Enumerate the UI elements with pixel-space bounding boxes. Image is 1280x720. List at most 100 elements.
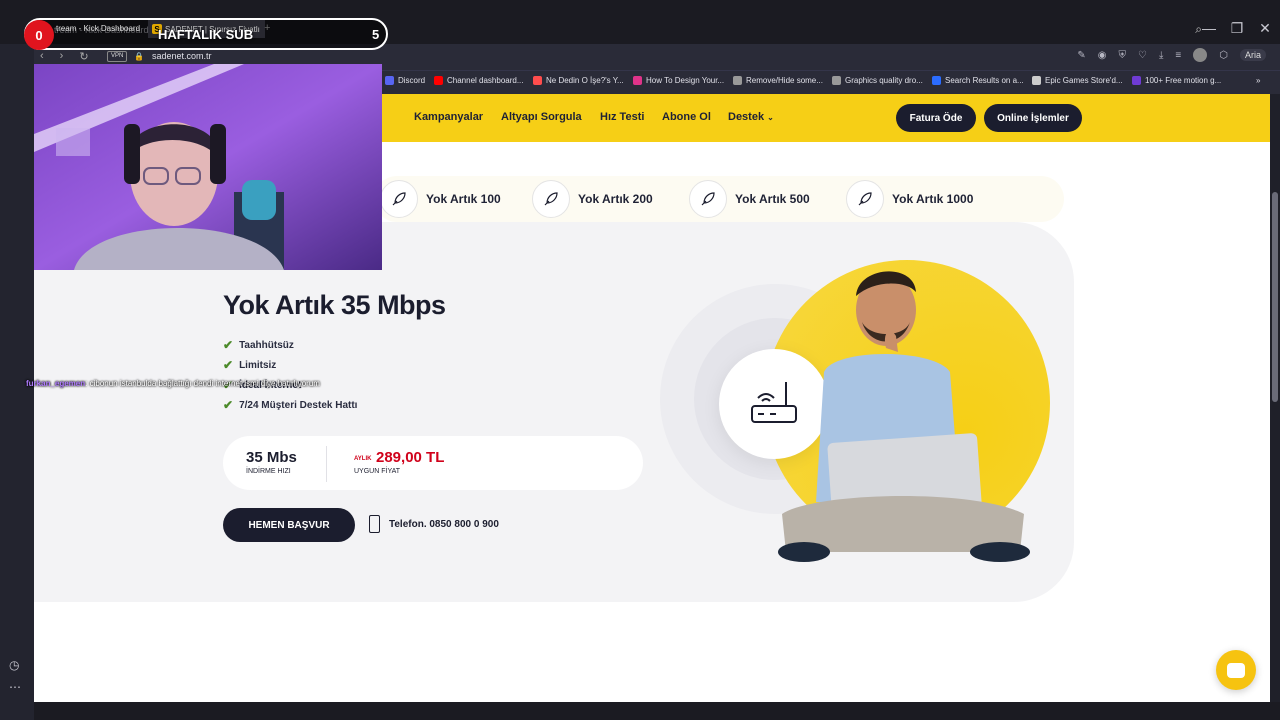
plan-label: Yok Artık 1000 bbox=[892, 192, 974, 206]
page-title: Yok Artık 35 Mbps bbox=[223, 290, 446, 320]
vpn-badge[interactable]: VPN bbox=[107, 51, 128, 62]
feature-item: ✔ Limitsiz bbox=[223, 358, 276, 372]
nav-buttons: ‹ › ↻ bbox=[40, 50, 89, 63]
bookmark-label: How To Design Your... bbox=[646, 76, 725, 85]
bottom-strip bbox=[34, 702, 1280, 720]
check-icon: ✔ bbox=[223, 398, 234, 412]
bookmark-item[interactable]: Discord bbox=[385, 76, 425, 85]
back-icon[interactable]: ‹ bbox=[40, 50, 44, 63]
nav-kampanyalar[interactable]: Kampanyalar bbox=[414, 111, 483, 123]
bookmark-icon bbox=[932, 76, 941, 85]
discord-icon bbox=[385, 76, 394, 85]
bookmark-item[interactable]: 100+ Free motion g... bbox=[1132, 76, 1221, 85]
bookmark-icon bbox=[1032, 76, 1041, 85]
page-scrollbar[interactable] bbox=[1270, 94, 1280, 702]
phone-number[interactable]: Telefon. 0850 800 0 900 bbox=[389, 519, 499, 530]
bookmark-label: Ne Dedin O İşe?'s Y... bbox=[546, 76, 624, 85]
forward-icon[interactable]: › bbox=[60, 50, 64, 63]
check-icon: ✔ bbox=[223, 358, 234, 372]
bookmark-icon bbox=[533, 76, 542, 85]
scroll-thumb[interactable] bbox=[1272, 192, 1278, 402]
shield-icon[interactable]: ⛨ bbox=[1119, 50, 1127, 61]
nav-destek-label: Destek bbox=[728, 111, 765, 123]
chat-message: furkan_egemen: cibonun istanbulda bağlat… bbox=[26, 376, 386, 391]
close-icon[interactable]: ✕ bbox=[1258, 20, 1272, 37]
phone-icon bbox=[369, 515, 380, 533]
feature-label: Taahhütsüz bbox=[239, 339, 294, 351]
speed-value: 35 Mbs bbox=[246, 449, 297, 466]
live-chat-button[interactable] bbox=[1216, 650, 1256, 690]
bookmark-item[interactable]: Channel dashboard... bbox=[434, 76, 524, 85]
menu-icon[interactable]: ≡ bbox=[1175, 50, 1181, 61]
plan-500[interactable]: Yok Artık 500 bbox=[689, 180, 810, 218]
online-islemler-button[interactable]: Online İşlemler bbox=[984, 104, 1082, 132]
aria-button[interactable]: Aria bbox=[1239, 49, 1266, 61]
chevron-down-icon: ⌄ bbox=[767, 113, 774, 122]
price-label: UYGUN FİYAT bbox=[354, 468, 401, 475]
speed-label: İNDİRME HIZI bbox=[246, 468, 291, 475]
person-illustration bbox=[778, 271, 1030, 562]
youtube-icon bbox=[434, 76, 443, 85]
search-tabs-icon[interactable]: ⌕ bbox=[1195, 22, 1202, 37]
plan-label: Yok Artık 100 bbox=[426, 192, 501, 206]
heart-icon[interactable]: ♡ bbox=[1138, 50, 1147, 61]
url-field[interactable]: sadenet.com.tr bbox=[152, 51, 212, 61]
window-controls: — ❐ ✕ bbox=[1202, 20, 1272, 37]
bookmark-label: Channel dashboard... bbox=[447, 76, 524, 85]
camera-icon[interactable]: ◉ bbox=[1098, 50, 1107, 61]
minimize-icon[interactable]: — bbox=[1202, 20, 1216, 37]
chat-icon bbox=[1227, 662, 1245, 678]
bookmark-item[interactable]: Graphics quality dro... bbox=[832, 76, 923, 85]
nav-altyapi-sorgula[interactable]: Altyapı Sorgula bbox=[501, 111, 582, 123]
edit-icon[interactable]: ✎ bbox=[1077, 50, 1085, 61]
plan-1000[interactable]: Yok Artık 1000 bbox=[846, 180, 973, 218]
bookmark-label: Epic Games Store'd... bbox=[1045, 76, 1123, 85]
nav-hiz-testi[interactable]: Hız Testi bbox=[600, 111, 644, 123]
chat-username: furkan_egemen bbox=[26, 379, 86, 388]
pay-bill-button[interactable]: Fatura Öde bbox=[896, 104, 976, 132]
bookmark-item[interactable]: Ne Dedin O İşe?'s Y... bbox=[533, 76, 624, 85]
rocket-icon bbox=[689, 180, 727, 218]
bookmark-item[interactable]: How To Design Your... bbox=[633, 76, 724, 85]
nav-abone-ol[interactable]: Abone Ol bbox=[662, 111, 711, 123]
webcam-overlay bbox=[34, 64, 382, 270]
tab-kick-dashboard-label: tream - Kick Dashboard bbox=[56, 24, 141, 33]
plan-100[interactable]: Yok Artık 100 bbox=[380, 180, 501, 218]
bookmark-label: 100+ Free motion g... bbox=[1145, 76, 1222, 85]
lock-icon[interactable]: 🔒 bbox=[134, 52, 144, 61]
sub-goal-label: HAFTALIK SUB bbox=[158, 27, 254, 42]
bookmark-icon bbox=[633, 76, 642, 85]
feature-label: Limitsiz bbox=[239, 359, 277, 371]
bookmark-label: Search Results on a... bbox=[945, 76, 1024, 85]
bookmark-icon bbox=[733, 76, 742, 85]
screen: tream - Kick Dashboard + ⌕ — ❐ ✕ ‹ › ↻ V… bbox=[0, 0, 1280, 720]
plan-200[interactable]: Yok Artık 200 bbox=[532, 180, 653, 218]
extensions-icon[interactable]: ⬡ bbox=[1219, 50, 1228, 61]
download-icon[interactable]: ⤓ bbox=[1159, 50, 1163, 61]
toolbar-icons: ✎ ◉ ⛨ ♡ ⤓ ≡ ⬡ Aria bbox=[1077, 48, 1266, 62]
bookmark-item[interactable]: Search Results on a... bbox=[932, 76, 1024, 85]
history-icon[interactable]: ◷ bbox=[9, 658, 19, 672]
bookmark-item[interactable]: Epic Games Store'd... bbox=[1032, 76, 1123, 85]
apply-button[interactable]: HEMEN BAŞVUR bbox=[223, 508, 355, 542]
avatar[interactable] bbox=[1193, 48, 1208, 62]
nav-destek[interactable]: Destek ⌄ bbox=[728, 111, 774, 123]
reload-icon[interactable]: ↻ bbox=[79, 50, 88, 63]
bookmark-icon bbox=[1132, 76, 1141, 85]
plan-label: Yok Artık 500 bbox=[735, 192, 810, 206]
rocket-icon bbox=[532, 180, 570, 218]
rocket-icon bbox=[380, 180, 418, 218]
bookmark-label: Remove/Hide some... bbox=[746, 76, 823, 85]
more-icon[interactable]: ⋯ bbox=[9, 680, 21, 694]
price-value: 289,00 TL bbox=[376, 449, 445, 466]
bookmark-item[interactable]: Remove/Hide some... bbox=[733, 76, 823, 85]
bookmark-icon bbox=[832, 76, 841, 85]
feature-label: 7/24 Müşteri Destek Hattı bbox=[239, 399, 358, 411]
price-prefix: AYLIK bbox=[354, 456, 372, 462]
bookmark-label: Discord bbox=[398, 76, 426, 85]
plan-label: Yok Artık 200 bbox=[578, 192, 653, 206]
restore-icon[interactable]: ❐ bbox=[1230, 20, 1244, 37]
feature-item: ✔ Taahhütsüz bbox=[223, 338, 294, 352]
bookmarks-more-icon[interactable]: » bbox=[1256, 76, 1260, 85]
sub-count-badge: 0 bbox=[24, 20, 54, 50]
